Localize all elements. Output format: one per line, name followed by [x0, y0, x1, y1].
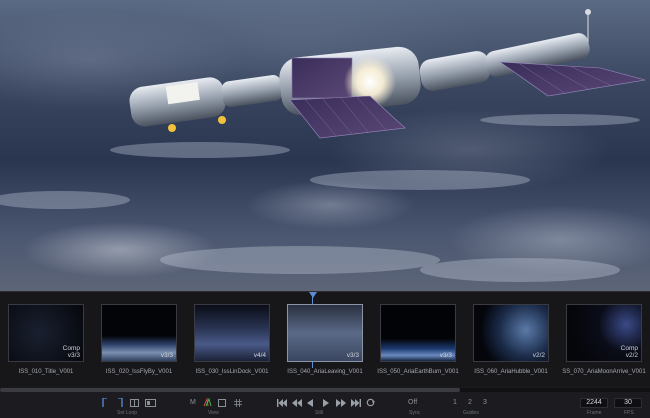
clip-version-label: v3/3 [160, 352, 173, 359]
clip-name: ISS_040_AriaLeaving_V001 [287, 369, 363, 375]
clip-item[interactable]: v3/3 ISS_050_AriaEarthBurn_V001 [377, 304, 459, 390]
set-loop-out-icon[interactable] [116, 397, 124, 408]
clip-name: ISS_050_AriaEarthBurn_V001 [377, 369, 459, 375]
set-loop-label: Set Loop [117, 410, 138, 416]
compare-icon[interactable] [144, 397, 156, 408]
viewer-toolbar: Set Loop M View Still Off Sync 1 2 3 Gui… [0, 392, 650, 418]
grid-icon[interactable] [233, 397, 242, 408]
clip-item[interactable]: Comp v3/3 ISS_010_Title_V001 [8, 304, 84, 390]
clip-version-label: v2/2 [532, 352, 545, 359]
clip-thumbnail[interactable]: Comp v3/3 [8, 304, 84, 362]
fps-label: FPS [624, 410, 634, 416]
clip-name: SS_070_AriaMoonArrive_V001 [562, 369, 646, 375]
clip-thumbnail[interactable]: v4/4 [194, 304, 270, 362]
clip-version-label: v3/3 [346, 352, 359, 359]
clip-item[interactable]: v3/3 ISS_020_IssFlyBy_V001 [101, 304, 177, 390]
viewer [0, 0, 650, 291]
sync-label: Sync [409, 410, 421, 416]
clip-name: ISS_030_IssLinDock_V001 [195, 369, 269, 375]
color-channels-icon[interactable] [202, 397, 212, 408]
play-reverse-icon[interactable] [306, 397, 314, 408]
step-back-icon[interactable] [291, 397, 302, 408]
clip-item[interactable]: v4/4 ISS_030_IssLinDock_V001 [194, 304, 270, 390]
loop-range-icon[interactable] [129, 397, 139, 408]
transport-label: Still [315, 410, 324, 416]
set-loop-in-icon[interactable] [101, 397, 109, 408]
clip-bin: Comp v3/3 ISS_010_Title_V001 v3/3 ISS_020_I… [0, 291, 650, 387]
clip-thumbnail[interactable]: v2/2 [473, 304, 549, 362]
view-mode-m-button[interactable]: M [190, 398, 196, 407]
clip-thumbnail[interactable]: v3/3 [101, 304, 177, 362]
go-to-start-icon[interactable] [276, 397, 287, 408]
guide-3-button[interactable]: 3 [483, 398, 487, 407]
clip-version-label: v4/4 [253, 352, 266, 359]
view-label: View [208, 410, 219, 416]
go-to-end-icon[interactable] [350, 397, 361, 408]
clip-thumbnail[interactable]: v3/3 [380, 304, 456, 362]
clip-version-label: Comp v2/2 [620, 345, 638, 359]
guide-1-button[interactable]: 1 [453, 398, 457, 407]
step-forward-icon[interactable] [335, 397, 346, 408]
clip-thumbnail[interactable]: v3/3 [287, 304, 363, 362]
clip-version-label: v3/3 [439, 352, 452, 359]
viewer-image [0, 9, 646, 282]
clip-thumbnail[interactable]: Comp v2/2 [566, 304, 642, 362]
clip-name: ISS_060_AriaHubble_V001 [474, 369, 548, 375]
fps-field[interactable]: 30 [614, 398, 642, 408]
clip-item[interactable]: Comp v2/2 SS_070_AriaMoonArrive_V001 [562, 304, 646, 390]
clip-name: ISS_020_IssFlyBy_V001 [105, 369, 173, 375]
safe-area-icon[interactable] [217, 397, 226, 408]
clip-item[interactable]: v2/2 ISS_060_AriaHubble_V001 [473, 304, 549, 390]
sync-toggle[interactable]: Off [408, 398, 417, 407]
frame-label: Frame [587, 410, 602, 416]
clip-item[interactable]: v3/3 ISS_040_AriaLeaving_V001 [287, 304, 363, 390]
guide-2-button[interactable]: 2 [468, 398, 472, 407]
clip-name: ISS_010_Title_V001 [18, 369, 74, 375]
play-icon[interactable] [322, 397, 330, 408]
playhead-marker[interactable] [309, 292, 317, 298]
guides-label: Guides [463, 410, 479, 416]
frame-field[interactable]: 2244 [580, 398, 608, 408]
loop-icon[interactable] [366, 397, 375, 408]
clip-version-label: Comp v3/3 [62, 345, 80, 359]
